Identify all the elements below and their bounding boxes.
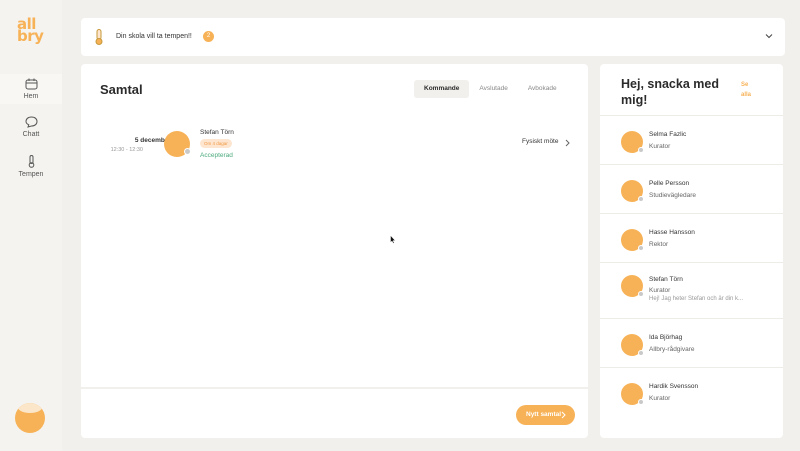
presence-dot [638,399,644,405]
chat-bubble-icon [24,116,38,128]
presence-dot [638,245,644,251]
sidebar-item-tempen[interactable]: Tempen [0,155,62,181]
user-avatar[interactable] [15,403,45,433]
tab-avbokade[interactable]: Avbokade [518,80,567,98]
contacts-heading: Hej, snacka med mig! [621,77,719,107]
contact-role: Kurator [649,143,671,150]
contact-name: Selma Fazlic [649,131,687,138]
tab-kommande[interactable]: Kommande [414,80,470,98]
contact-name: Hasse Hansson [649,229,695,236]
chevron-right-icon [561,411,566,419]
avatar [621,180,644,202]
chevron-right-icon[interactable] [565,139,570,147]
see-all-line-2: alla [741,92,752,98]
contact-item[interactable]: Pelle Persson Studievägledare [600,164,783,213]
contact-item[interactable]: Selma Fazlic Kurator [600,115,783,164]
meeting-tabs: Kommande Avslutade Avbokade [414,80,567,98]
tab-avslutade[interactable]: Avslutade [469,80,517,98]
meeting-person-name: Stefan Törn [200,129,234,136]
see-all-line-1: Se [741,82,749,88]
logo-line-2: bry [17,27,44,45]
contact-role: Kurator [649,395,671,402]
avatar [621,131,644,153]
contact-item[interactable]: Hardik Svensson Kurator [600,367,783,416]
sidebar: all bry Hem Chatt Tempen [0,0,62,451]
presence-dot [638,291,644,297]
contact-name: Pelle Persson [649,180,690,187]
sidebar-item-hem[interactable]: Hem [0,74,62,104]
contact-role: Rektor [649,241,669,248]
divider [81,387,588,389]
contacts-panel: Hej, snacka med mig! Se alla Selma Fazli… [600,64,783,438]
contact-item[interactable]: Stefan Törn Kurator Hej! Jag heter Stefa… [600,262,783,312]
sidebar-item-chatt[interactable]: Chatt [0,116,62,142]
contact-name: Hardik Svensson [649,383,699,390]
calendar-icon [25,78,37,90]
thermometer-icon [28,155,34,168]
contact-role: Studievägledare [649,192,696,199]
see-all-link[interactable]: Se alla [741,80,761,100]
allbry-logo[interactable]: all bry [17,17,47,45]
presence-dot [638,196,644,202]
thermometer-icon [95,29,103,45]
meeting-countdown-badge: Om 4 dagar [200,139,232,148]
contact-role: Allbry-rådgivare [649,346,695,353]
meetings-card: Samtal Kommande Avslutade Avbokade 5 dec… [81,64,588,438]
banner-text: Din skola vill ta tempen!! [116,33,192,40]
contact-last-message: Hej! Jag heter Stefan och är din k... [649,296,744,302]
meeting-status: Accepterad [200,152,233,159]
avatar [164,131,191,157]
mouse-cursor-icon [390,235,396,244]
meeting-date: 5 december [134,137,171,144]
meeting-row[interactable]: 5 december 12:30 - 12:30 Stefan Törn Om … [81,126,588,166]
survey-banner[interactable]: Din skola vill ta tempen!! 2 [81,18,785,56]
sidebar-item-label: Chatt [22,131,40,138]
meeting-type: Fysiskt möte [522,138,559,145]
avatar [621,334,644,356]
new-meeting-label: Nytt samtal [526,411,562,418]
sidebar-item-label: Tempen [18,171,44,178]
presence-dot [638,350,644,356]
contact-role: Kurator [649,287,671,294]
contact-name: Ida Björhag [649,334,683,341]
new-meeting-button[interactable]: Nytt samtal [516,405,575,425]
presence-dot [184,148,191,155]
presence-dot [638,147,644,153]
avatar [621,229,644,251]
avatar [621,383,644,405]
contact-name: Stefan Törn [649,276,683,283]
contact-item[interactable]: Hasse Hansson Rektor [600,213,783,262]
page-title: Samtal [100,82,143,97]
chevron-down-icon[interactable] [765,33,773,39]
banner-count-badge: 2 [203,31,214,42]
avatar [621,275,644,297]
sidebar-item-label: Hem [23,93,39,100]
contact-item[interactable]: Ida Björhag Allbry-rådgivare [600,318,783,367]
meeting-time: 12:30 - 12:30 [110,147,143,153]
